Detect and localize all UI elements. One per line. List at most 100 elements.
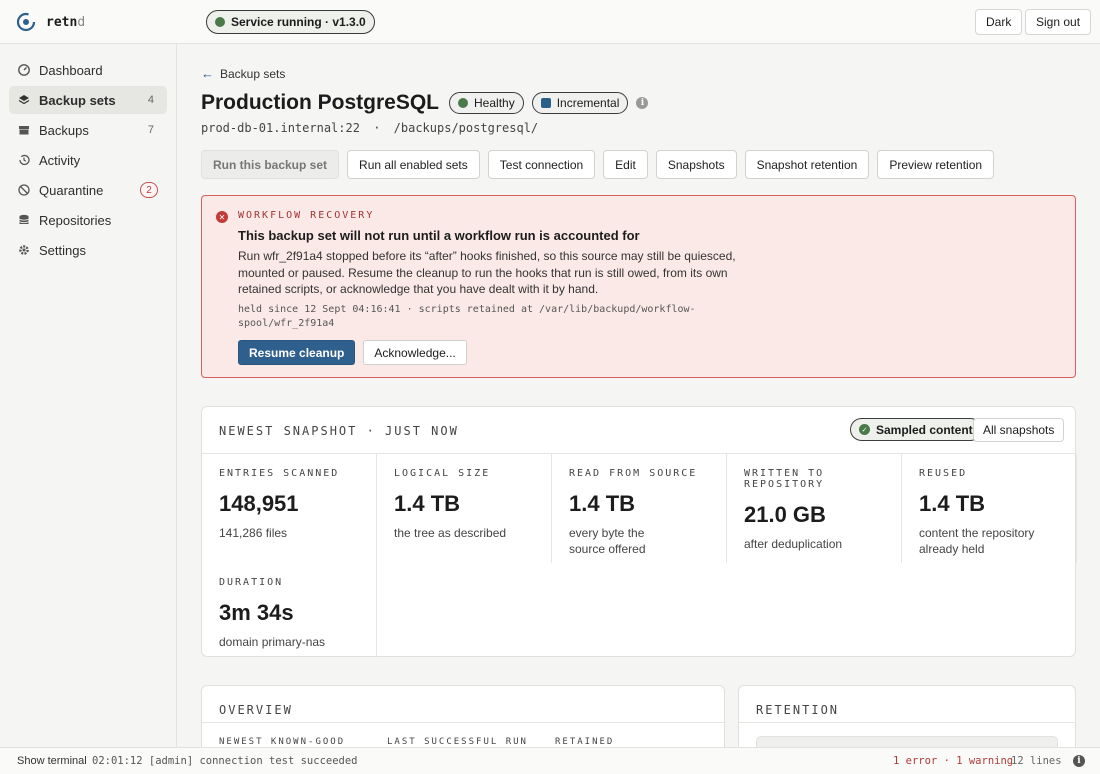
all-snapshots-button[interactable]: All snapshots (973, 418, 1065, 442)
sidebar-item-label: Quarantine (39, 182, 104, 198)
quarantine-count-badge: 2 (140, 182, 158, 198)
sidebar-item-label: Settings (39, 242, 86, 258)
status-bar: Show terminal 02:01:12 [admin] connectio… (0, 747, 1100, 774)
metric-label: WRITTEN TO REPOSITORY (744, 468, 825, 490)
sidebar-item-quarantine[interactable]: Quarantine 2 (9, 176, 167, 204)
snapshot-retention-button[interactable]: Snapshot retention (744, 150, 870, 179)
newest-known-good-label: NEWEST KNOWN-GOOD (219, 737, 346, 747)
backup-mode-text: Incremental (556, 96, 620, 110)
history-icon (18, 154, 30, 166)
alert-kicker: WORKFLOW RECOVERY (238, 210, 375, 221)
status-dot-icon (215, 17, 225, 27)
metric-value: 21.0 GB (744, 502, 826, 527)
metric-label: REUSED (919, 468, 968, 479)
last-log-line: 02:01:12 [admin] connection test succeed… (92, 755, 358, 767)
sidebar-item-settings[interactable]: Settings (9, 236, 167, 264)
acknowledge-button[interactable]: Acknowledge... (363, 340, 467, 365)
source-directory: /backups/postgresql/ (393, 121, 539, 135)
sidebar-item-label: Dashboard (39, 62, 103, 78)
check-icon: ✓ (859, 424, 870, 435)
theme-toggle-button[interactable]: Dark (975, 9, 1023, 35)
health-status-text: Healthy (474, 96, 515, 110)
alert-body: Run wfr_2f91a4 stopped before its “after… (238, 249, 736, 296)
status-dot-icon (458, 98, 469, 108)
resume-cleanup-button[interactable]: Resume cleanup (238, 340, 356, 365)
error-warning-count[interactable]: 1 error · 1 warning (893, 755, 1013, 767)
path-separator: · (373, 121, 381, 135)
alert-actions: Resume cleanup Acknowledge... (238, 340, 467, 365)
service-status-badge: Service running · v1.3.0 (206, 10, 375, 34)
overview-heading: OVERVIEW (219, 703, 293, 717)
app-logo[interactable]: retnd (16, 12, 85, 32)
metric-value: 1.4 TB (569, 491, 636, 516)
incremental-icon (540, 98, 551, 108)
metric-reused: REUSED 1.4 TB content the repository alr… (902, 454, 1077, 563)
retention-card: RETENTION (738, 685, 1076, 747)
block-icon (18, 184, 30, 196)
page-title: Production PostgreSQL (201, 91, 440, 114)
divider (202, 722, 724, 723)
metric-logical-size: LOGICAL SIZE 1.4 TB the tree as describe… (377, 454, 552, 563)
snapshots-button[interactable]: Snapshots (655, 150, 737, 179)
top-bar: retnd Service running · v1.3.0 Dark Sign… (0, 0, 1100, 44)
logo-icon (16, 12, 36, 32)
sidebar-item-backup-sets[interactable]: Backup sets 4 (9, 86, 167, 114)
metric-value: 3m 34s (219, 600, 294, 625)
workflow-recovery-alert: ✕ WORKFLOW RECOVERY This backup set will… (201, 195, 1076, 378)
info-icon[interactable]: i (1073, 755, 1085, 767)
metric-entries-scanned: ENTRIES SCANNED 148,951 141,286 files (202, 454, 377, 563)
metric-value: 1.4 TB (919, 491, 986, 516)
metric-sub: domain primary-nas (219, 635, 326, 649)
retention-heading: RETENTION (756, 703, 840, 717)
sidebar-item-count: 4 (147, 94, 154, 106)
service-status-text: Service running · v1.3.0 (231, 15, 366, 29)
sampled-content-text: Sampled content (876, 422, 973, 437)
archive-icon (18, 124, 30, 136)
metric-sub: 141,286 files (219, 526, 288, 540)
metric-sub: content the repository already held (919, 526, 1035, 556)
sidebar-item-label: Backup sets (39, 92, 116, 108)
layers-icon (18, 94, 30, 106)
show-terminal-button[interactable]: Show terminal (17, 755, 87, 767)
snapshot-heading: NEWEST SNAPSHOT · JUST NOW (219, 424, 459, 438)
retained-label: RETAINED (555, 737, 615, 747)
sidebar-item-repositories[interactable]: Repositories (9, 206, 167, 234)
info-icon[interactable]: i (636, 97, 649, 109)
sidebar-item-backups[interactable]: Backups 7 (9, 116, 167, 144)
main-content: ← Backup sets Production PostgreSQL Heal… (177, 44, 1100, 747)
sidebar-item-activity[interactable]: Activity (9, 146, 167, 174)
sidebar-item-label: Repositories (39, 212, 112, 228)
backup-mode-badge: Incremental (531, 92, 629, 114)
test-connection-button[interactable]: Test connection (487, 150, 596, 179)
database-icon (18, 214, 30, 226)
error-icon: ✕ (216, 211, 228, 223)
newest-snapshot-card: NEWEST SNAPSHOT · JUST NOW ✓ Sampled con… (201, 406, 1077, 657)
sampled-content-badge: ✓ Sampled content (850, 418, 982, 441)
metric-sub: the tree as described (394, 526, 507, 540)
metric-label: ENTRIES SCANNED (219, 468, 340, 479)
retention-panel (756, 736, 1058, 747)
metric-label: LOGICAL SIZE (394, 468, 491, 479)
dashboard-icon (18, 64, 30, 76)
sign-out-button[interactable]: Sign out (1025, 9, 1092, 35)
preview-retention-button[interactable]: Preview retention (877, 150, 995, 179)
title-row: Production PostgreSQL Healthy Incrementa… (201, 91, 649, 115)
sidebar-item-label: Activity (39, 152, 81, 168)
metric-written-to-repository: WRITTEN TO REPOSITORY 21.0 GB after dedu… (727, 454, 902, 563)
back-link[interactable]: ← Backup sets (201, 66, 285, 81)
health-status-badge: Healthy (449, 92, 524, 114)
sidebar-item-count: 7 (147, 124, 154, 136)
run-this-set-button[interactable]: Run this backup set (201, 150, 340, 179)
app-name: retnd (46, 14, 86, 30)
back-link-label: Backup sets (220, 66, 286, 81)
metric-label: DURATION (219, 577, 284, 588)
last-successful-run-label: LAST SUCCESSFUL RUN (387, 737, 528, 747)
run-all-enabled-button[interactable]: Run all enabled sets (347, 150, 480, 179)
action-toolbar: Run this backup set Run all enabled sets… (201, 150, 995, 179)
edit-button[interactable]: Edit (603, 150, 648, 179)
gear-icon (18, 244, 30, 256)
alert-meta: held since 12 Sept 04:16:41 · scripts re… (238, 304, 696, 329)
source-path: prod-db-01.internal:22 · /backups/postgr… (201, 121, 538, 135)
source-host: prod-db-01.internal:22 (201, 121, 360, 135)
sidebar-item-dashboard[interactable]: Dashboard (9, 56, 167, 84)
